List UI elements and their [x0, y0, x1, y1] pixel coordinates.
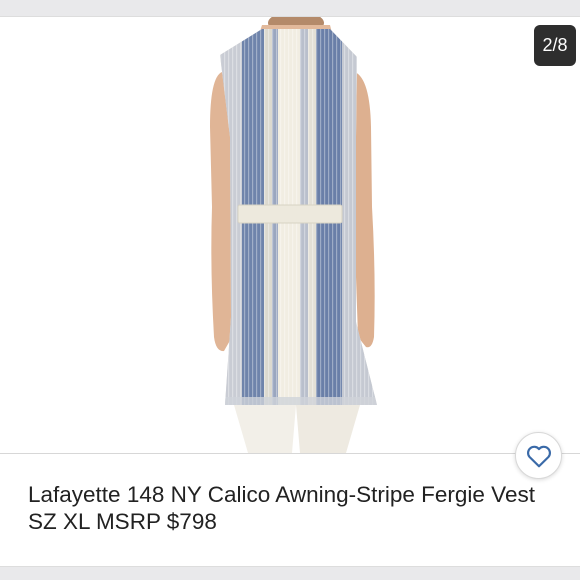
product-photo-vest-back-view: [0, 17, 580, 453]
listing-title: Lafayette 148 NY Calico Awning-Stripe Fe…: [28, 482, 535, 534]
product-photo[interactable]: 2/8: [0, 17, 580, 453]
divider: [0, 453, 580, 454]
image-counter-badge: 2/8: [534, 25, 576, 66]
listing-card: 2/8 Lafayette 148 NY Calico Awning-Strip…: [0, 16, 580, 567]
like-button[interactable]: [515, 432, 562, 479]
heart-outline-icon: [526, 445, 551, 467]
